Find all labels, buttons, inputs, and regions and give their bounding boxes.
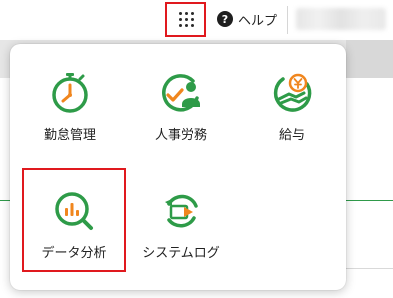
- app-tile-label: 勤怠管理: [43, 128, 96, 143]
- person-check-icon: [162, 74, 200, 112]
- help-label: ヘルプ: [238, 13, 278, 29]
- log-refresh-icon: [165, 194, 198, 228]
- user-menu[interactable]: [296, 8, 386, 30]
- top-header: ? ヘルプ: [0, 0, 393, 40]
- app-tile-system-log[interactable]: システムログ: [129, 168, 233, 272]
- app-launcher-popup: 勤怠管理 人事労務 給与 データ分析 システムログ: [10, 44, 346, 290]
- header-divider: [287, 6, 288, 34]
- grid-dots-icon: [179, 12, 194, 27]
- help-link[interactable]: ? ヘルプ: [217, 9, 277, 29]
- stopwatch-icon: [52, 73, 88, 113]
- app-tile-payroll[interactable]: 給与: [240, 50, 344, 154]
- app-tile-hr[interactable]: 人事労務: [129, 50, 233, 154]
- yen-hand-icon: [273, 73, 312, 112]
- page-divider-line: [346, 268, 393, 269]
- app-tile-label: システムログ: [142, 246, 220, 261]
- app-tile-label: 給与: [278, 128, 305, 143]
- app-tile-label: 人事労務: [154, 128, 207, 143]
- app-tile-attendance[interactable]: 勤怠管理: [18, 50, 122, 154]
- magnifier-chart-icon: [55, 192, 93, 230]
- question-circle-icon: ?: [217, 11, 233, 27]
- page-toolbar-band-right: [346, 40, 393, 78]
- page-divider-line: [346, 200, 393, 201]
- app-tile-label: データ分析: [41, 246, 107, 261]
- app-tile-data-analysis[interactable]: データ分析: [22, 168, 126, 272]
- app-launcher-button[interactable]: [165, 2, 206, 37]
